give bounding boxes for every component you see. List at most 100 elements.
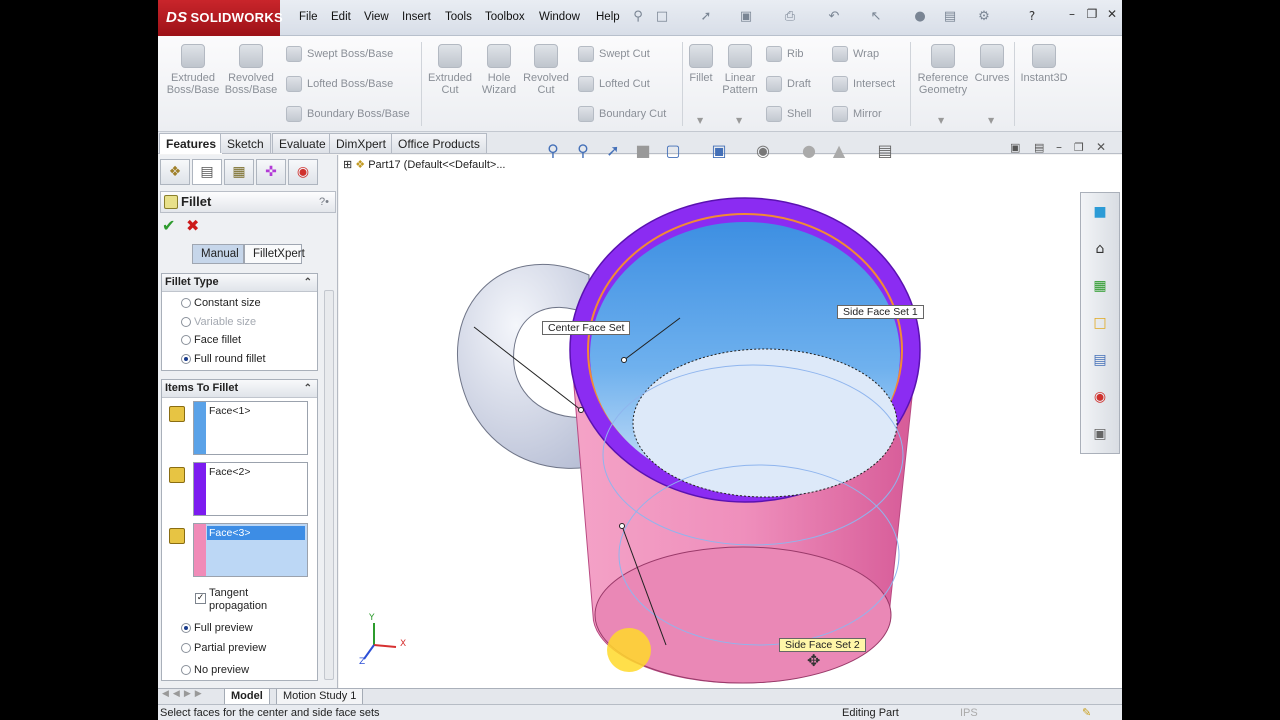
appearances-icon[interactable]: ◉ [1089,386,1111,408]
reference-geometry-button[interactable]: Reference Geometry [912,44,974,96]
home-icon[interactable]: ⌂ [1089,238,1111,260]
view-orientation-icon[interactable]: ▢ [662,140,684,162]
filletxpert-tab[interactable]: FilletXpert [244,244,305,264]
display-manager-tab[interactable]: ◉ [288,159,318,185]
side-face-set-2-list[interactable]: Face<3> [193,523,308,577]
center-face-set-callout[interactable]: Center Face Set [542,321,631,335]
view-palette-icon[interactable]: ▤ [1089,349,1111,371]
pattern-dropdown-arrow[interactable]: ▼ [736,116,742,125]
swept-cut-button[interactable]: Swept Cut [578,44,650,64]
undo-icon[interactable]: ↶ [826,9,842,25]
print-icon[interactable]: ⎙ [782,9,798,25]
radio-button-selected[interactable] [181,623,191,633]
viewport-split-icon[interactable]: ▤ [1034,141,1044,154]
swept-boss-button[interactable]: Swept Boss/Base [286,44,393,64]
tab-motion-study-1[interactable]: Motion Study 1 [276,689,364,705]
tab-office-products[interactable]: Office Products [391,133,487,153]
rebuild-status-icon[interactable]: ✎ [1082,705,1091,720]
no-preview-radio[interactable]: No preview [181,662,249,678]
center-face-set-list[interactable]: Face<2> [193,462,308,516]
new-document-icon[interactable]: □ [654,9,670,25]
menu-view[interactable]: View [364,11,389,23]
select-icon[interactable]: ↖ [868,9,884,25]
curves-button[interactable]: Curves [972,44,1012,84]
radio-button[interactable] [181,665,191,675]
solidworks-logo[interactable]: DS SOLIDWORKS [158,0,283,36]
edit-appearance-icon[interactable]: ● [798,140,820,162]
display-style-icon[interactable]: ▣ [708,140,730,162]
viewport-tile-icon[interactable]: ▣ [1010,141,1020,154]
menu-toolbox[interactable]: Toolbox [485,11,525,23]
hole-wizard-button[interactable]: Hole Wizard [476,44,522,96]
help-icon[interactable]: ?• [319,192,329,212]
boundary-boss-button[interactable]: Boundary Boss/Base [286,104,410,124]
face-fillet-radio[interactable]: Face fillet [181,332,241,348]
viewport-close-icon[interactable]: ✕ [1096,140,1106,154]
side-face-set-2-callout[interactable]: Side Face Set 2 [779,638,866,652]
tab-model[interactable]: Model [224,689,270,705]
instant3d-button[interactable]: Instant3D [1016,44,1072,84]
feature-manager-tab[interactable]: ❖ [160,159,190,185]
items-to-fillet-header[interactable]: Items To Fillet ⌃ [162,380,317,398]
zoom-to-fit-icon[interactable]: ⚲ [542,140,564,162]
mug-model-viewport[interactable] [339,155,1122,688]
shell-button[interactable]: Shell [766,104,811,124]
solidworks-resources-icon[interactable]: ■ [1089,201,1111,223]
feature-tree-flyout[interactable]: ⊞ ❖ Part17 (Default<<Default>... [343,158,506,171]
viewport-minimize-icon[interactable]: – [1056,140,1062,154]
fillet-dropdown-arrow[interactable]: ▼ [697,116,703,125]
collapse-chevron-icon[interactable]: ⌃ [304,274,312,291]
menu-help[interactable]: Help [596,11,620,23]
options-icon[interactable]: ⚙ [976,9,992,25]
mirror-button[interactable]: Mirror [832,104,882,124]
custom-properties-icon[interactable]: ▣ [1089,423,1111,445]
menu-edit[interactable]: Edit [331,11,351,23]
view-settings-icon[interactable]: ▤ [874,140,896,162]
menu-tools[interactable]: Tools [445,11,472,23]
status-units[interactable]: IPS [960,705,978,720]
radio-button[interactable] [181,335,191,345]
wrap-button[interactable]: Wrap [832,44,879,64]
revolved-cut-button[interactable]: Revolved Cut [520,44,572,96]
file-explorer-icon[interactable]: □ [1089,312,1111,334]
tab-dimxpert[interactable]: DimXpert [329,133,394,153]
tab-features[interactable]: Features [159,133,224,154]
ok-check-icon[interactable]: ✔ [162,217,175,235]
apply-scene-icon[interactable]: ▲ [828,140,850,162]
tab-sketch[interactable]: Sketch [220,133,271,153]
property-manager-scrollbar[interactable] [324,290,334,680]
full-preview-radio[interactable]: Full preview [181,620,253,636]
open-icon[interactable]: ➚ [698,9,714,25]
collapse-chevron-icon[interactable]: ⌃ [304,380,312,397]
pin-icon[interactable]: ⚲ [630,9,646,25]
configuration-manager-tab[interactable]: ▦ [224,159,254,185]
side-face-set-1-callout[interactable]: Side Face Set 1 [837,305,924,319]
viewport-restore-icon[interactable]: ❐ [1074,141,1084,154]
expand-icon[interactable]: ⊞ [343,159,352,171]
side-face-set-1-list[interactable]: Face<1> [193,401,308,455]
cancel-x-icon[interactable]: ✖ [186,217,199,235]
zoom-to-area-icon[interactable]: ⚲ [572,140,594,162]
menu-insert[interactable]: Insert [402,11,431,23]
tab-scroll-arrows[interactable]: ◀◀▶▶ [162,689,206,699]
minimize-icon[interactable]: – [1064,6,1080,22]
radio-button-selected[interactable] [181,354,191,364]
dimxpert-manager-tab[interactable]: ✜ [256,159,286,185]
intersect-button[interactable]: Intersect [832,74,895,94]
hide-show-items-icon[interactable]: ◉ [752,140,774,162]
tab-evaluate[interactable]: Evaluate [272,133,333,153]
section-view-icon[interactable]: ■ [632,140,654,162]
rebuild-icon[interactable]: ● [912,9,928,25]
design-library-icon[interactable]: ▦ [1089,275,1111,297]
revolved-boss-button[interactable]: Revolved Boss/Base [222,44,280,96]
radio-button[interactable] [181,298,191,308]
save-icon[interactable]: ▣ [738,9,754,25]
file-properties-icon[interactable]: ▤ [942,9,958,25]
graphics-area[interactable]: ⊞ ❖ Part17 (Default<<Default>... Center … [339,155,1122,688]
full-round-fillet-radio[interactable]: Full round fillet [181,351,266,367]
property-manager-tab[interactable]: ▤ [192,159,222,185]
fillet-type-header[interactable]: Fillet Type ⌃ [162,274,317,292]
reference-geometry-dropdown-arrow[interactable]: ▼ [938,116,944,125]
previous-view-icon[interactable]: ➚ [602,140,624,162]
close-icon[interactable]: ✕ [1104,6,1120,22]
